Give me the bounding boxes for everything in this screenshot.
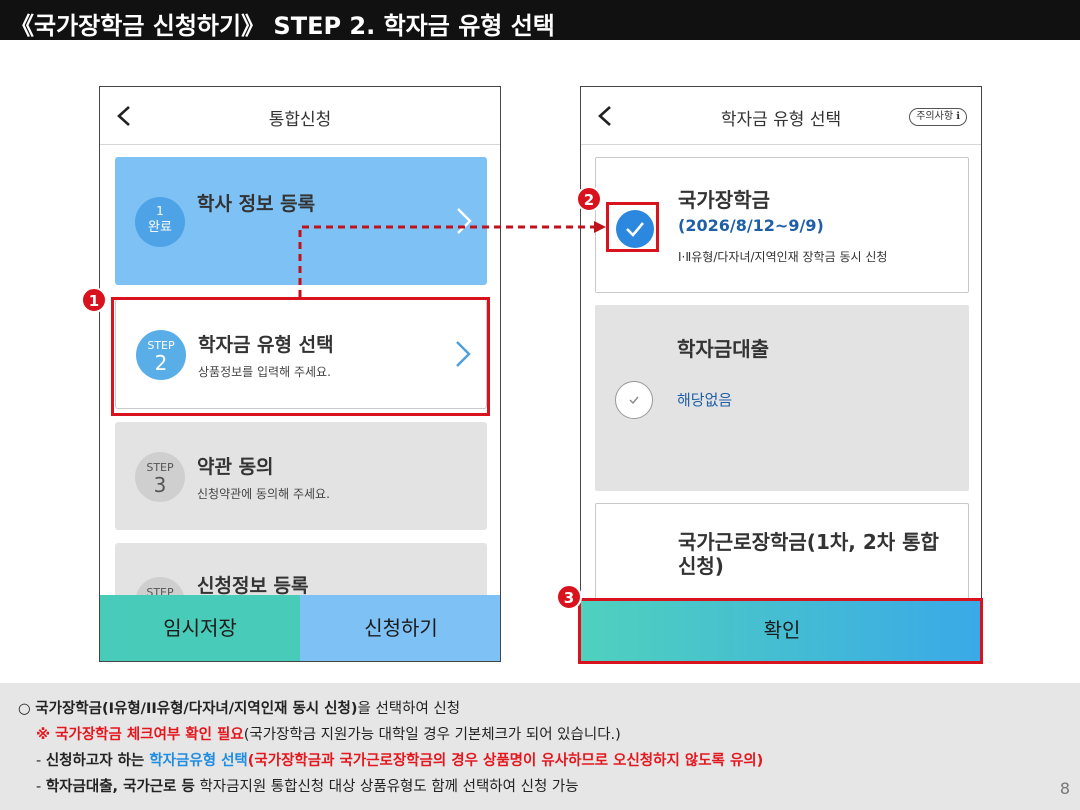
page-number: 8 [1059,779,1070,798]
note-line-1: ○ 국가장학금(I유형/II유형/다자녀/지역인재 동시 신청)을 선택하여 신… [18,701,461,717]
instruction-notes: ○ 국가장학금(I유형/II유형/다자녀/지역인재 동시 신청)을 선택하여 신… [0,683,1080,810]
note-line-3: - 신청하고자 하는 학자금유형 선택(국가장학금과 국가근로장학금의 경우 상… [36,753,764,769]
step-marker-2: 2 [576,186,602,212]
step-marker-3: 3 [556,584,582,610]
step-marker-1: 1 [81,287,107,313]
note-line-4: - 학자금대출, 국가근로 등 학자금지원 통합신청 대상 상품유형도 함께 선… [36,779,579,795]
note-line-2: ※ 국가장학금 체크여부 확인 필요(국가장학금 지원가능 대학일 경우 기본체… [36,727,621,743]
bullet-circle-icon: ○ [18,701,31,717]
